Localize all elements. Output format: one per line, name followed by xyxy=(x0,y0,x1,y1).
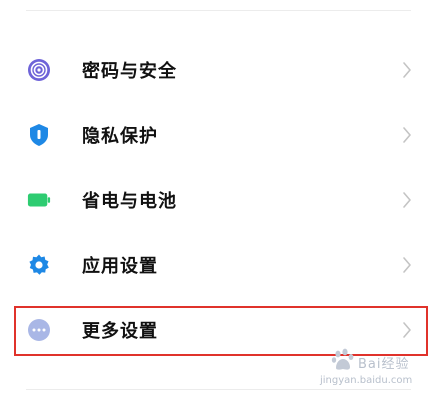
settings-item-privacy[interactable]: 隐私保护 xyxy=(0,102,437,167)
battery-icon xyxy=(27,188,51,212)
fingerprint-icon xyxy=(27,58,51,82)
settings-item-battery[interactable]: 省电与电池 xyxy=(0,167,437,232)
chevron-right-icon xyxy=(402,256,412,274)
settings-item-label: 隐私保护 xyxy=(82,125,158,147)
settings-item-label: 密码与安全 xyxy=(82,60,177,82)
chevron-right-icon xyxy=(402,61,412,79)
settings-item-label: 应用设置 xyxy=(82,255,158,277)
shield-icon xyxy=(27,123,51,147)
watermark: Bai经验 jingyan.baidu.com xyxy=(318,346,428,390)
settings-item-app-settings[interactable]: 应用设置 xyxy=(0,232,437,297)
chevron-right-icon xyxy=(402,321,412,339)
settings-item-label: 更多设置 xyxy=(82,320,158,342)
watermark-url: jingyan.baidu.com xyxy=(320,375,413,386)
settings-item-password-security[interactable]: 密码与安全 xyxy=(0,37,437,102)
gear-icon xyxy=(27,253,51,277)
paw-logo-icon xyxy=(330,346,356,372)
chevron-right-icon xyxy=(402,191,412,209)
top-divider xyxy=(26,10,411,11)
settings-list: 密码与安全 隐私保护 省电与电池 应用设置 更多设置 xyxy=(0,37,437,362)
more-dots-icon xyxy=(27,318,51,342)
watermark-text: Bai经验 xyxy=(358,357,410,372)
settings-item-label: 省电与电池 xyxy=(82,190,177,212)
chevron-right-icon xyxy=(402,126,412,144)
